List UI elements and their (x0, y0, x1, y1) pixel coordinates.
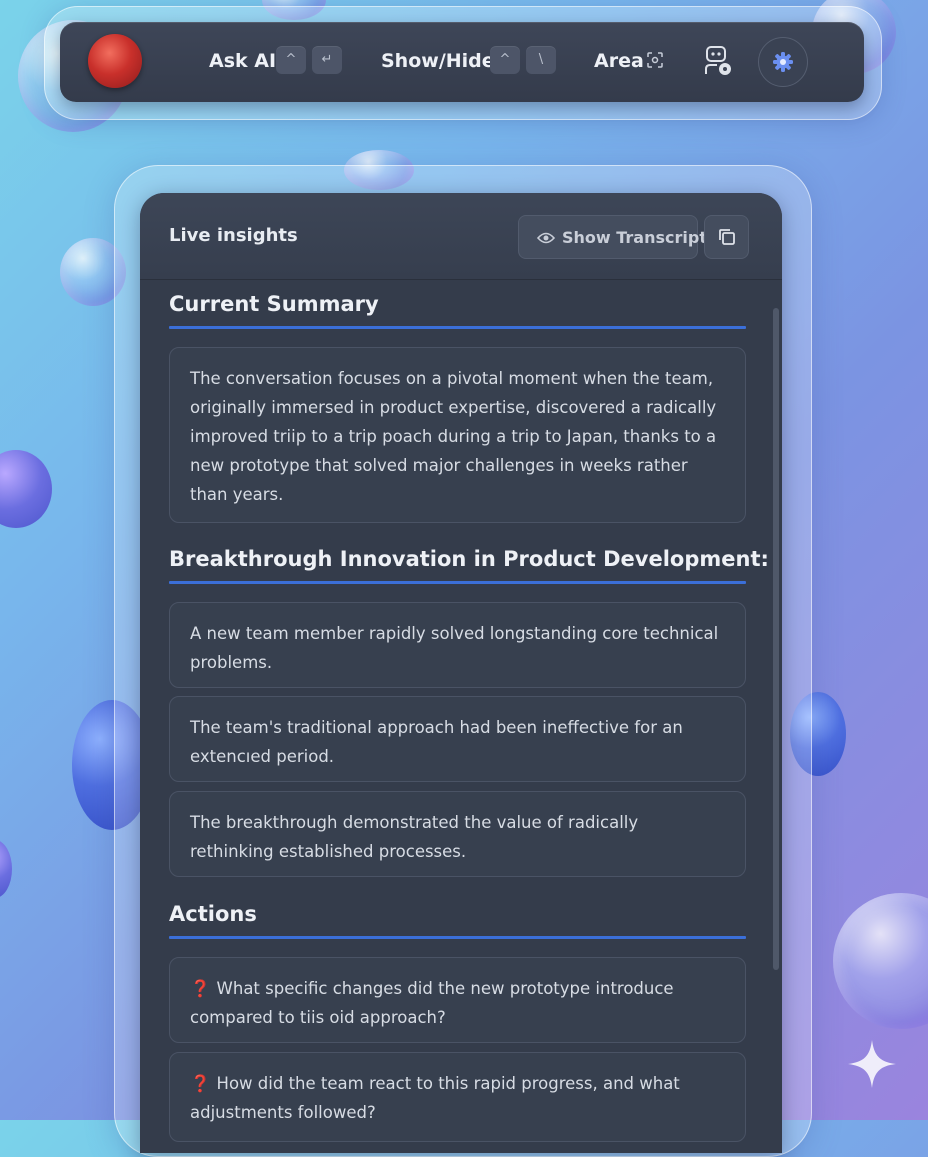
panel-header: Live insights Show Transcript (140, 193, 782, 280)
area-button[interactable]: Area (594, 48, 644, 74)
background-bubble (0, 450, 52, 528)
show-hide-shortcut-key: ^ (490, 46, 520, 74)
gear-icon (773, 52, 793, 72)
ask-ai-shortcut-key: ↵ (312, 46, 342, 74)
live-insights-panel: Live insights Show Transcript Current Su… (140, 193, 782, 1153)
ask-ai-button[interactable]: Ask AI (209, 48, 276, 74)
assistant-icon[interactable] (703, 44, 735, 78)
panel-title: Live insights (169, 225, 298, 246)
background-bubble (0, 840, 12, 898)
summary-heading: Current Summary (169, 292, 379, 316)
show-hide-shortcut-key: \ (526, 46, 556, 74)
question-mark-icon: ❓ (190, 979, 211, 998)
action-question-text: What specific changes did the new protot… (190, 979, 674, 1027)
section-divider (169, 581, 746, 584)
copy-icon (719, 229, 735, 245)
actions-heading: Actions (169, 902, 257, 926)
copy-button[interactable] (704, 215, 749, 259)
section-divider (169, 326, 746, 329)
action-question-text: How did the team react to this rapid pro… (190, 1074, 680, 1122)
background-bubble (833, 893, 928, 1029)
eye-icon (537, 232, 555, 244)
ask-ai-shortcut-key: ^ (276, 46, 306, 74)
show-hide-button[interactable]: Show/Hide (381, 48, 495, 74)
section-divider (169, 936, 746, 939)
action-question-item[interactable]: ❓ What specific changes did the new proto… (169, 957, 746, 1043)
area-capture-icon[interactable] (647, 52, 663, 68)
settings-button[interactable] (758, 37, 808, 87)
breakthrough-item: The breakthrough demonstrated the value … (169, 791, 746, 877)
action-question-item[interactable]: ❓ How did the team react to this rapid pr… (169, 1052, 746, 1142)
question-mark-icon: ❓ (190, 1074, 211, 1093)
toolbar: Ask AI ^ ↵ Show/Hide ^ \ Area (60, 22, 864, 102)
scrollbar[interactable] (773, 308, 779, 970)
breakthrough-item: A new team member rapidly solved longsta… (169, 602, 746, 688)
breakthrough-item: The team's traditional approach had been… (169, 696, 746, 782)
show-transcript-button[interactable]: Show Transcript (518, 215, 707, 259)
summary-card: The conversation focuses on a pivotal mo… (169, 347, 746, 523)
breakthrough-heading: Breakthrough Innovation in Product Devel… (169, 547, 769, 571)
avatar[interactable] (88, 34, 142, 88)
sparkle-icon (848, 1040, 896, 1088)
show-transcript-label: Show Transcript (562, 228, 707, 247)
